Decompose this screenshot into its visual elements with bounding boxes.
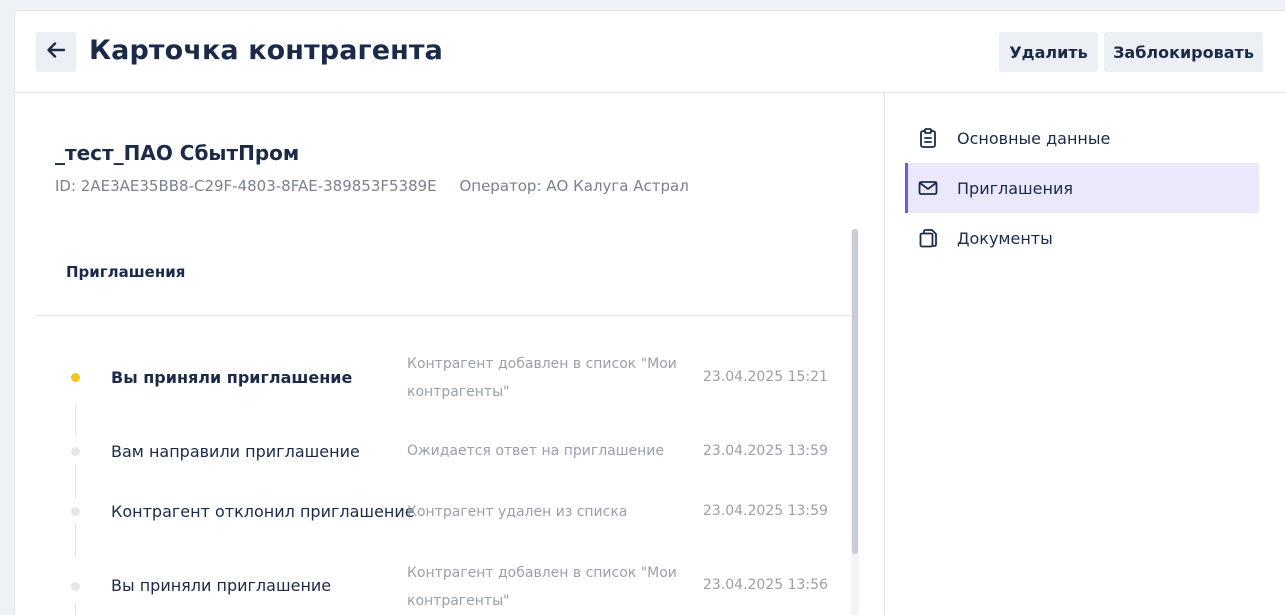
event-title: Вы приняли приглашение bbox=[111, 368, 353, 387]
status-dot bbox=[71, 447, 80, 456]
delete-button[interactable]: Удалить bbox=[999, 32, 1098, 72]
contractor-card: Карточка контрагента Удалить Заблокирова… bbox=[14, 10, 1285, 615]
nav-item-label: Документы bbox=[957, 228, 1053, 248]
timeline-line bbox=[75, 602, 76, 615]
documents-icon bbox=[917, 227, 939, 249]
timeline-line bbox=[75, 464, 76, 498]
arrow-left-icon bbox=[45, 39, 67, 65]
nav-item-label: Основные данные bbox=[957, 128, 1111, 148]
event-description: Контрагент удален из списка bbox=[407, 504, 628, 520]
event-title: Вам направили приглашение bbox=[111, 442, 360, 461]
side-navigation: Основные данные Приглашения Документы bbox=[884, 93, 1285, 615]
page-title: Карточка контрагента bbox=[89, 35, 443, 66]
contractor-meta: ID: 2AE3AE35BB8-C29F-4803-8FAE-389853F53… bbox=[55, 177, 707, 195]
clipboard-icon bbox=[917, 127, 939, 149]
event-date: 23.04.2025 13:56 bbox=[703, 577, 828, 593]
event-description: Ожидается ответ на приглашение bbox=[407, 443, 665, 459]
page-header: Карточка контрагента Удалить Заблокирова… bbox=[15, 11, 1285, 93]
back-button[interactable] bbox=[36, 32, 76, 72]
event-description: Контрагент добавлен в список "Мои контра… bbox=[407, 356, 677, 400]
event-date: 23.04.2025 15:21 bbox=[703, 369, 828, 385]
nav-item-documents[interactable]: Документы bbox=[905, 213, 1259, 263]
nav-item-main-data[interactable]: Основные данные bbox=[905, 113, 1259, 163]
section-title: Приглашения bbox=[66, 263, 186, 281]
contractor-operator: Оператор: АО Калуга Астрал bbox=[459, 177, 689, 195]
section-divider bbox=[36, 315, 854, 316]
event-description: Контрагент добавлен в список "Мои контра… bbox=[407, 565, 677, 609]
contractor-name: _тест_ПАО СбытПром bbox=[55, 141, 300, 165]
timeline-line bbox=[75, 523, 76, 558]
contractor-id: ID: 2AE3AE35BB8-C29F-4803-8FAE-389853F53… bbox=[55, 177, 437, 195]
scrollbar-thumb[interactable] bbox=[852, 229, 858, 554]
status-dot bbox=[71, 373, 80, 382]
status-dot bbox=[71, 582, 80, 591]
nav-item-invitations[interactable]: Приглашения bbox=[905, 163, 1259, 213]
status-dot bbox=[71, 507, 80, 516]
event-date: 23.04.2025 13:59 bbox=[703, 503, 828, 519]
event-title: Вы приняли приглашение bbox=[111, 576, 332, 595]
envelope-icon bbox=[917, 177, 939, 199]
nav-item-label: Приглашения bbox=[957, 178, 1073, 198]
block-button[interactable]: Заблокировать bbox=[1104, 32, 1263, 72]
event-title: Контрагент отклонил приглашение bbox=[111, 502, 415, 521]
timeline-line bbox=[75, 404, 76, 436]
event-date: 23.04.2025 13:59 bbox=[703, 443, 828, 459]
